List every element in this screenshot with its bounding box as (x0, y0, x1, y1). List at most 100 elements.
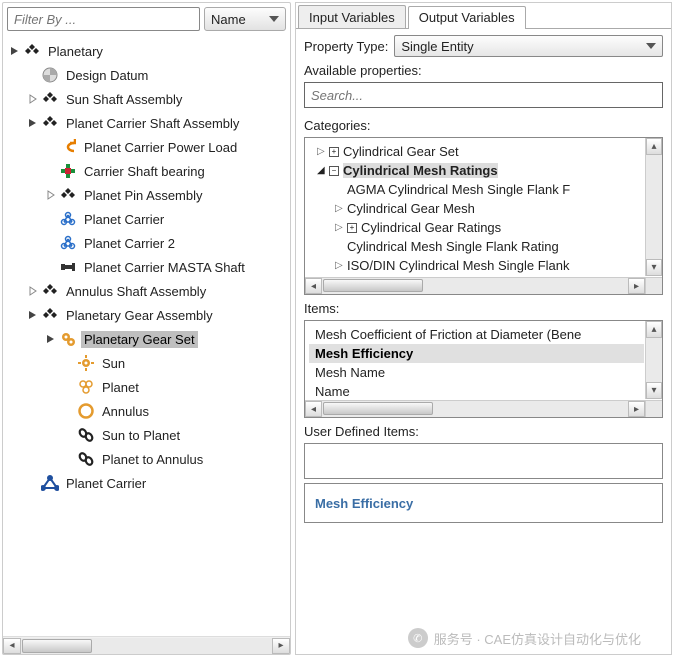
categories-hscroll[interactable] (305, 277, 645, 294)
categories-label: Categories: (304, 118, 663, 133)
categories-box: ▷+Cylindrical Gear Set ◢−Cylindrical Mes… (304, 137, 663, 295)
chevron-down-icon (269, 16, 279, 22)
expand-icon[interactable] (45, 189, 57, 201)
items-box: Mesh Coefficient of Friction at Diameter… (304, 320, 663, 418)
scroll-corner (645, 400, 662, 417)
scroll-up-button[interactable] (646, 138, 662, 155)
items-label: Items: (304, 301, 663, 316)
scroll-left-button[interactable] (305, 278, 322, 294)
scroll-right-button[interactable] (628, 401, 645, 417)
tree-node-design-datum[interactable]: Design Datum (5, 63, 288, 87)
collapse-icon[interactable] (27, 309, 39, 321)
item-mesh-name[interactable]: Mesh Name (309, 363, 644, 382)
expand-icon[interactable] (27, 285, 39, 297)
component-tree[interactable]: Planetary Design Datum Sun Shaft Assembl… (3, 35, 290, 636)
tab-output-variables[interactable]: Output Variables (408, 6, 526, 29)
item-name[interactable]: Name (309, 382, 644, 401)
scroll-thumb[interactable] (323, 279, 423, 292)
scroll-track[interactable] (646, 155, 662, 259)
scroll-track[interactable] (646, 338, 662, 382)
tree-node-planet-pin[interactable]: Planet Pin Assembly (5, 183, 288, 207)
selected-item-box: Mesh Efficiency (304, 483, 663, 523)
available-properties-label: Available properties: (304, 63, 663, 78)
tree-node-bearing[interactable]: Carrier Shaft bearing (5, 159, 288, 183)
filter-input[interactable] (7, 7, 200, 31)
tree-node-planetary-gear-set[interactable]: Planetary Gear Set (5, 327, 288, 351)
tree-node-label: Planet Carrier 2 (81, 235, 178, 252)
item-mesh-efficiency[interactable]: Mesh Efficiency (309, 344, 644, 363)
cat-label: AGMA Cylindrical Mesh Single Flank F (347, 182, 570, 197)
user-defined-label: User Defined Items: (304, 424, 663, 439)
tree-node-planet-carrier-2[interactable]: Planet Carrier 2 (5, 231, 288, 255)
scroll-track[interactable] (322, 278, 628, 294)
tree-node-planet-carrier-1[interactable]: Planet Carrier (5, 207, 288, 231)
tree-node-planet-to-annulus[interactable]: Planet to Annulus (5, 447, 288, 471)
scroll-left-button[interactable] (3, 638, 21, 654)
mesh-link-icon (77, 450, 95, 468)
tree-node-sun-shaft[interactable]: Sun Shaft Assembly (5, 87, 288, 111)
cat-label: Cylindrical Gear Mesh (347, 201, 475, 216)
items-hscroll[interactable] (305, 400, 645, 417)
cat-cylindrical-gear-set[interactable]: ▷+Cylindrical Gear Set (309, 142, 644, 161)
cat-agma[interactable]: AGMA Cylindrical Mesh Single Flank F (309, 180, 644, 199)
tree-node-planet-carrier-bottom[interactable]: Planet Carrier (5, 471, 288, 495)
selected-item-link[interactable]: Mesh Efficiency (315, 496, 413, 511)
carrier-icon (59, 234, 77, 252)
collapse-icon[interactable] (27, 117, 39, 129)
name-dropdown-button[interactable]: Name (204, 7, 286, 31)
categories-vscroll[interactable] (645, 138, 662, 276)
cat-cylindrical-mesh-ratings[interactable]: ◢−Cylindrical Mesh Ratings (309, 161, 644, 180)
property-type-select[interactable]: Single Entity (394, 35, 663, 57)
collapse-icon[interactable] (45, 333, 57, 345)
tree-node-annulus-shaft[interactable]: Annulus Shaft Assembly (5, 279, 288, 303)
scroll-right-button[interactable] (272, 638, 290, 654)
scroll-thumb[interactable] (22, 639, 92, 653)
search-input[interactable] (304, 82, 663, 108)
tree-node-label: Planetary Gear Assembly (63, 307, 216, 324)
diamond-cluster-icon (59, 186, 77, 204)
tree-node-masta-shaft[interactable]: Planet Carrier MASTA Shaft (5, 255, 288, 279)
cat-iso-din[interactable]: ▷ISO/DIN Cylindrical Mesh Single Flank (309, 256, 644, 275)
tree-node-annulus-gear[interactable]: Annulus (5, 399, 288, 423)
scroll-track[interactable] (322, 401, 628, 417)
scroll-down-button[interactable] (646, 382, 662, 399)
tree-node-sun-gear[interactable]: Sun (5, 351, 288, 375)
scroll-thumb[interactable] (323, 402, 433, 415)
scroll-down-button[interactable] (646, 259, 662, 276)
datum-icon (41, 66, 59, 84)
collapse-icon[interactable] (9, 45, 21, 57)
cat-cyl-gear-mesh[interactable]: ▷Cylindrical Gear Mesh (309, 199, 644, 218)
scroll-left-button[interactable] (305, 401, 322, 417)
tree-node-label: Planet Carrier MASTA Shaft (81, 259, 248, 276)
tree-node-label: Annulus (99, 403, 152, 420)
user-defined-box[interactable] (304, 443, 663, 479)
tree-hscrollbar[interactable] (3, 636, 290, 654)
tree-node-planetary[interactable]: Planetary (5, 39, 288, 63)
carrier-big-icon (41, 474, 59, 492)
tree-node-label: Planet Carrier Shaft Assembly (63, 115, 242, 132)
tree-node-sun-to-planet[interactable]: Sun to Planet (5, 423, 288, 447)
mesh-link-icon (77, 426, 95, 444)
tree-node-planet-carrier-shaft[interactable]: Planet Carrier Shaft Assembly (5, 111, 288, 135)
filter-toolbar: Name (3, 3, 290, 35)
diamond-cluster-icon (41, 90, 59, 108)
item-mesh-coef[interactable]: Mesh Coefficient of Friction at Diameter… (309, 325, 644, 344)
scroll-right-button[interactable] (628, 278, 645, 294)
tree-node-planetary-gear-asm[interactable]: Planetary Gear Assembly (5, 303, 288, 327)
cat-cyl-gear-ratings[interactable]: ▷+Cylindrical Gear Ratings (309, 218, 644, 237)
scroll-track[interactable] (21, 638, 272, 654)
tree-node-power-load[interactable]: Planet Carrier Power Load (5, 135, 288, 159)
categories-list[interactable]: ▷+Cylindrical Gear Set ◢−Cylindrical Mes… (305, 138, 662, 293)
tree-node-planet-gear[interactable]: Planet (5, 375, 288, 399)
cat-label: Cylindrical Gear Ratings (361, 220, 501, 235)
diamond-cluster-icon (41, 306, 59, 324)
property-type-value: Single Entity (401, 39, 473, 54)
items-vscroll[interactable] (645, 321, 662, 399)
tree-node-label: Sun Shaft Assembly (63, 91, 185, 108)
diamond-cluster-icon (41, 282, 59, 300)
tab-input-variables[interactable]: Input Variables (298, 5, 406, 28)
cat-cyl-mesh-single[interactable]: Cylindrical Mesh Single Flank Rating (309, 237, 644, 256)
scroll-up-button[interactable] (646, 321, 662, 338)
scroll-corner (645, 277, 662, 294)
expand-icon[interactable] (27, 93, 39, 105)
